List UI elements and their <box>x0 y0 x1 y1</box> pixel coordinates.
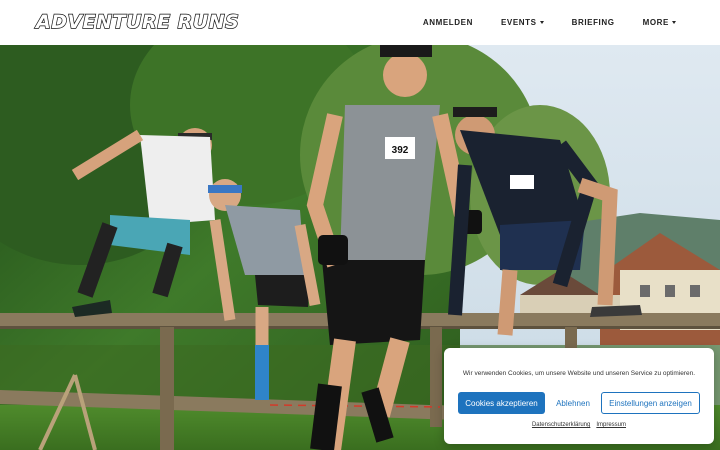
bib-number: 392 <box>392 145 409 156</box>
nav-item-label: ANMELDEN <box>422 18 473 27</box>
nav-item-more[interactable]: MORE <box>643 18 676 27</box>
site-logo[interactable]: Adventure Runs <box>35 8 240 36</box>
nav-item-label: MORE <box>642 18 669 27</box>
nav-item-label: BRIEFING <box>571 18 615 27</box>
main-nav: ANMELDEN EVENTS BRIEFING MORE <box>423 0 676 45</box>
cookie-banner: Wir verwenden Cookies, um unsere Website… <box>444 348 714 444</box>
nav-item-label: EVENTS <box>500 18 537 27</box>
cookie-links: Datenschutzerklärung Impressum <box>444 422 714 428</box>
caret-down-icon <box>672 21 676 24</box>
nav-item-briefing[interactable]: BRIEFING <box>572 18 615 27</box>
accept-cookies-button[interactable]: Cookies akzeptieren <box>458 392 545 414</box>
deny-cookies-button[interactable]: Ablehnen <box>550 392 596 414</box>
nav-item-events[interactable]: EVENTS <box>501 18 544 27</box>
cookie-message: Wir verwenden Cookies, um unsere Website… <box>462 370 696 377</box>
cookie-settings-button[interactable]: Einstellungen anzeigen <box>601 392 700 414</box>
privacy-policy-link[interactable]: Datenschutzerklärung <box>532 422 590 428</box>
nav-item-anmelden[interactable]: ANMELDEN <box>423 18 473 27</box>
imprint-link[interactable]: Impressum <box>596 422 626 428</box>
caret-down-icon <box>539 21 544 24</box>
logo-text: Adventure Runs <box>35 10 240 33</box>
site-header: Adventure Runs ANMELDEN EVENTS BRIEFING … <box>0 0 720 45</box>
